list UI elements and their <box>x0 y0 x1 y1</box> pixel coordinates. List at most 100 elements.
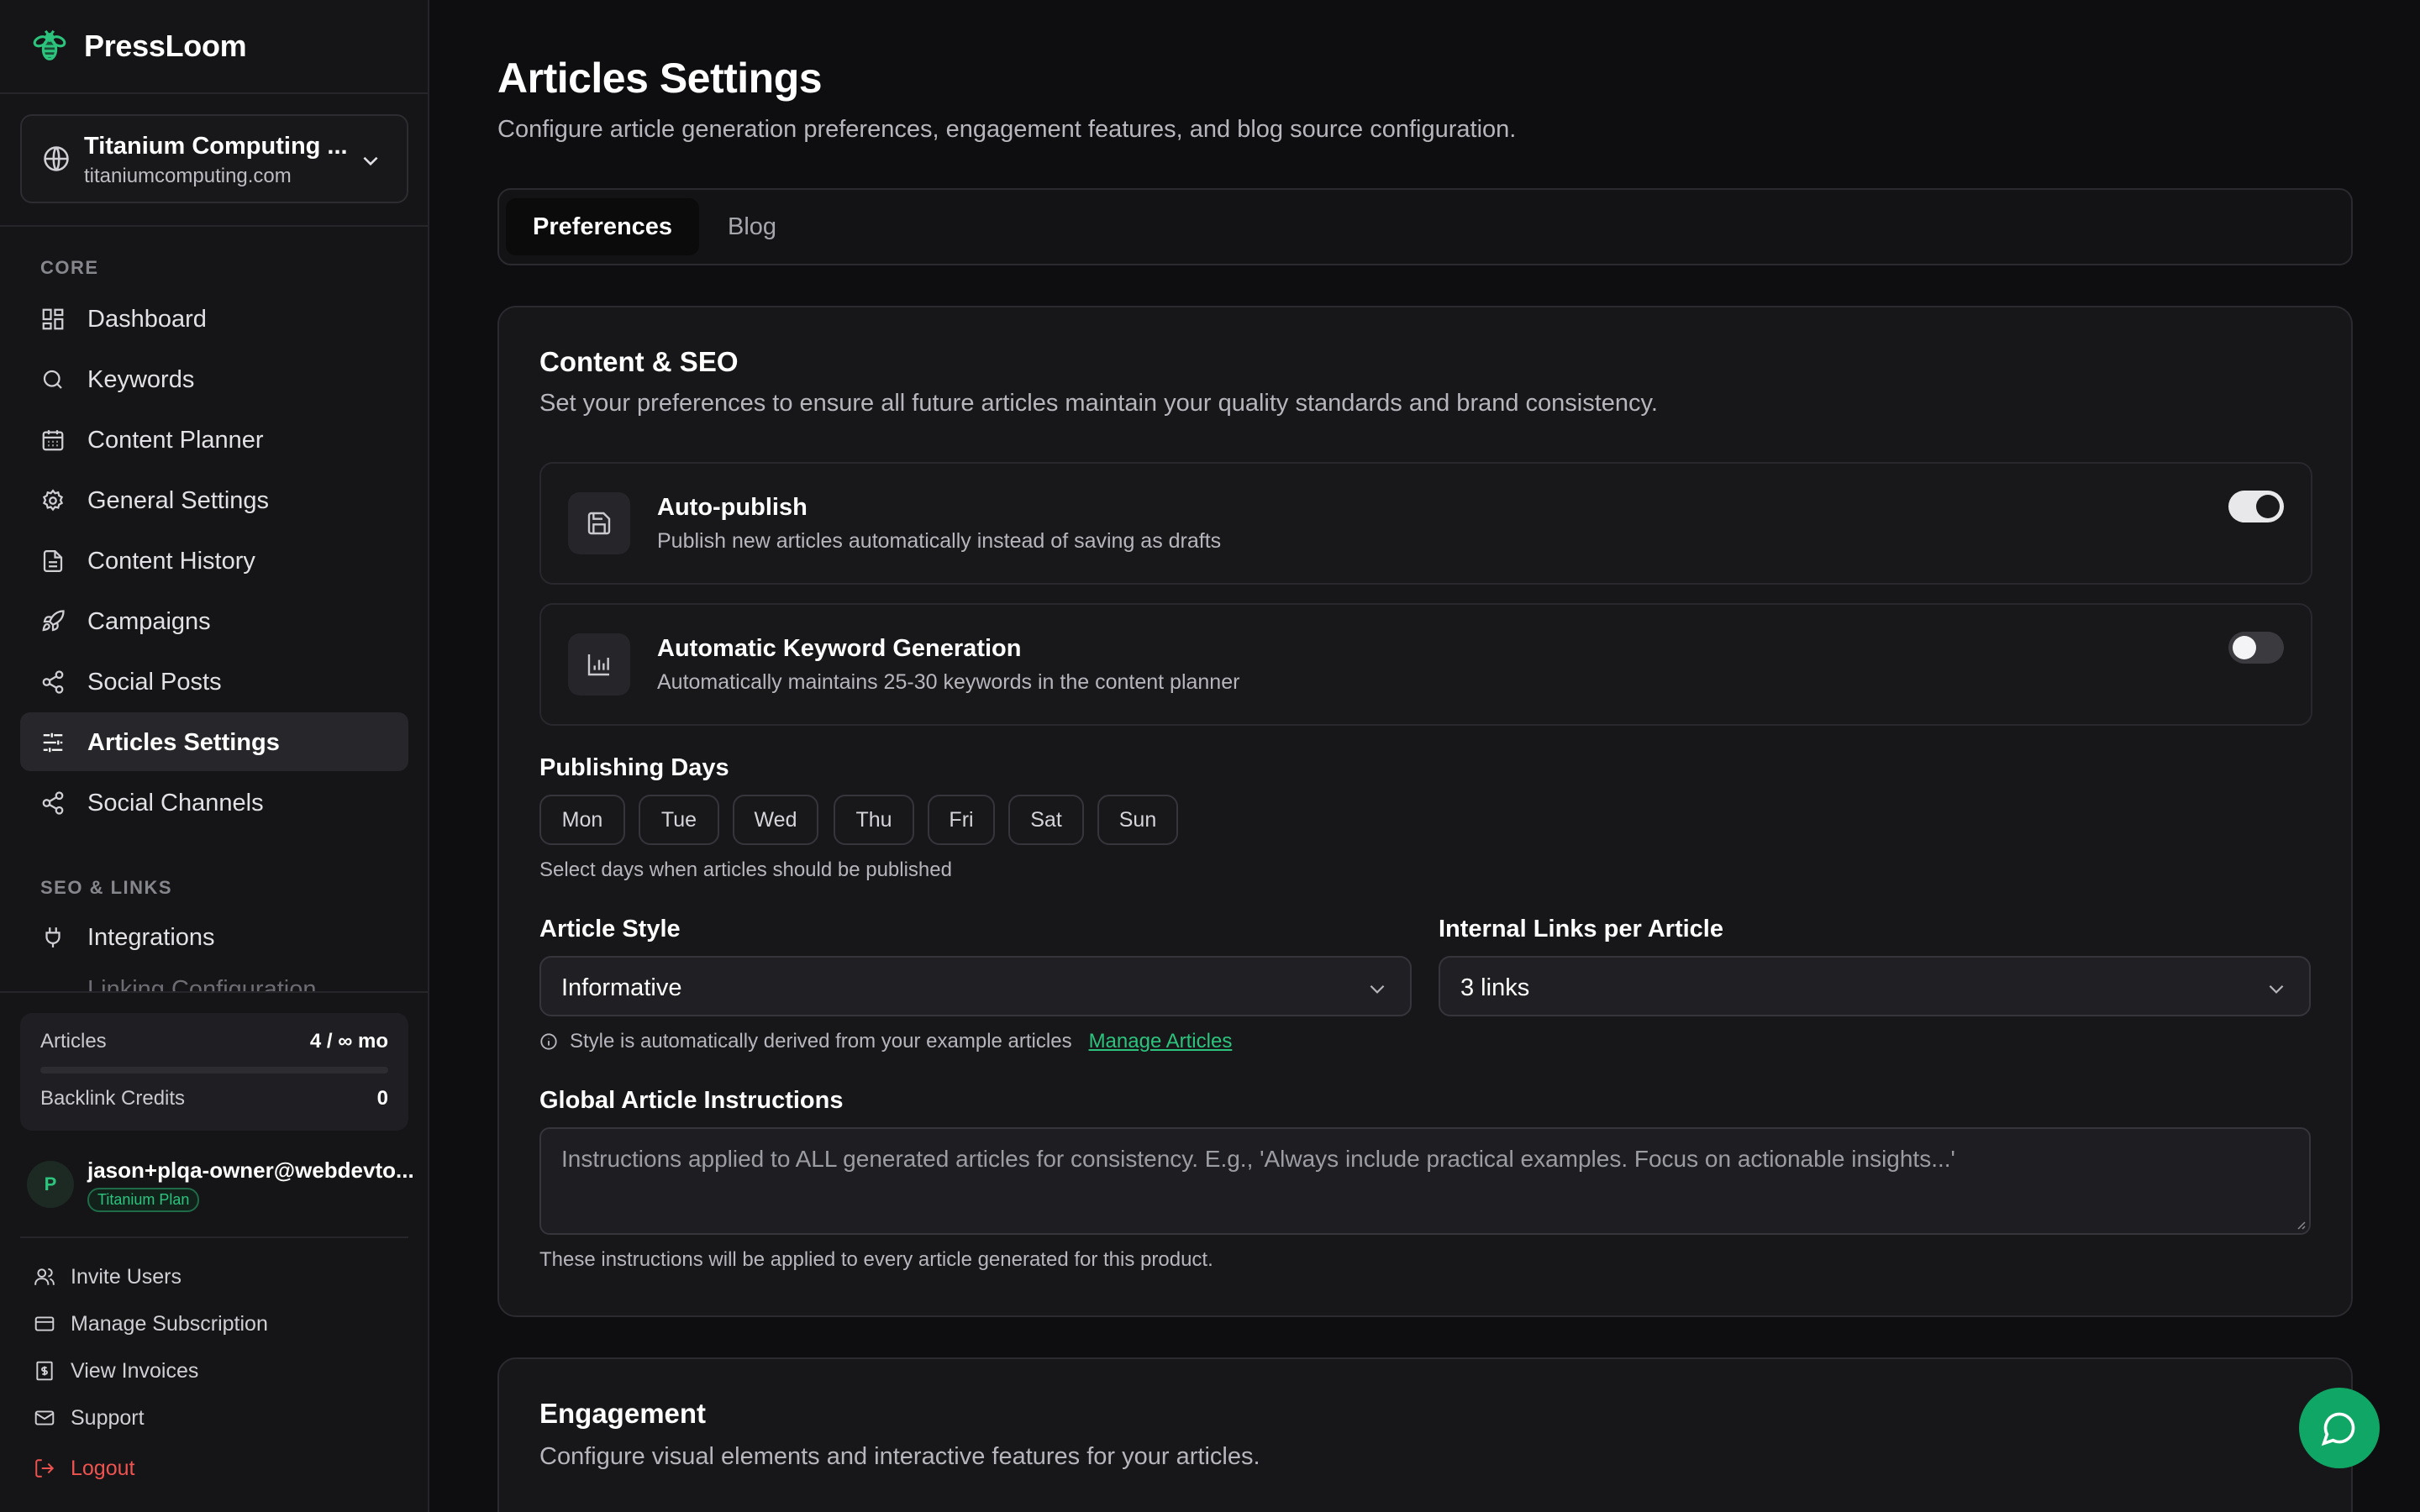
logout-link[interactable]: Logout <box>34 1452 134 1485</box>
usage-backlink-value: 0 <box>376 1087 388 1110</box>
nav-social-channels[interactable]: Social Channels <box>20 773 408 832</box>
divider <box>0 225 428 227</box>
site-switcher[interactable]: Titanium Computing ... titaniumcomputing… <box>20 114 408 203</box>
chart-icon-tile <box>568 633 630 696</box>
invoice-icon <box>36 1361 53 1381</box>
usage-backlink-label: Backlink Credits <box>40 1087 186 1110</box>
bee-logo-icon <box>33 29 66 60</box>
user-profile[interactable]: P jason+plqa-owner@webdevto... Titanium … <box>27 1158 414 1216</box>
card-title: Engagement <box>539 1398 707 1429</box>
nav-content-history[interactable]: Content History <box>20 531 408 590</box>
instructions-label: Global Article Instructions <box>539 1087 844 1114</box>
card-title: Content & SEO <box>539 346 739 377</box>
page-subtitle: Configure article generation preferences… <box>497 116 1517 143</box>
divider <box>0 991 428 993</box>
save-icon <box>587 512 611 535</box>
users-icon <box>34 1268 55 1285</box>
sliders-icon <box>43 732 63 753</box>
nav-label: Keywords <box>87 366 195 393</box>
invite-users-link[interactable]: Invite Users <box>34 1260 182 1294</box>
mail-icon <box>34 1410 55 1425</box>
option-description: Automatically maintains 25-30 keywords i… <box>657 670 1240 694</box>
chevron-down-icon <box>1370 984 1385 994</box>
day-chip-mon[interactable]: Mon <box>539 795 625 845</box>
nav-linking-faded[interactable]: Linking Configuration <box>87 976 316 991</box>
internal-links-select[interactable]: 3 links <box>1439 956 2311 1016</box>
view-invoices-link[interactable]: View Invoices <box>34 1354 198 1388</box>
search-icon <box>43 370 62 389</box>
day-chip-wed[interactable]: Wed <box>733 795 818 845</box>
logout-label: Logout <box>71 1456 135 1480</box>
dashboard-icon <box>42 308 64 330</box>
usage-backlinks: Backlink Credits 0 <box>40 1087 388 1110</box>
style-info-text: Style is automatically derived from your… <box>570 1030 1072 1053</box>
page-title: Articles Settings <box>497 55 823 102</box>
nav-label: Integrations <box>87 924 215 951</box>
instructions-help: These instructions will be applied to ev… <box>539 1248 1213 1271</box>
sidebar: PressLoom Titanium Computing ... titaniu… <box>0 0 429 1512</box>
auto-publish-toggle[interactable] <box>2228 491 2284 522</box>
day-chip-sun[interactable]: Sun <box>1097 795 1178 845</box>
day-chip-sat[interactable]: Sat <box>1008 795 1084 845</box>
nav-label: Dashboard <box>87 306 207 333</box>
article-style-select[interactable]: Informative <box>539 956 1412 1016</box>
plan-badge: Titanium Plan <box>87 1188 200 1212</box>
instructions-textarea[interactable]: Instructions applied to ALL generated ar… <box>539 1127 2311 1235</box>
publishing-days-help: Select days when articles should be publ… <box>539 858 952 881</box>
tab-blog[interactable]: Blog <box>701 198 803 255</box>
support-label: Support <box>71 1405 145 1430</box>
chat-button[interactable] <box>2299 1388 2380 1468</box>
nav-dashboard[interactable]: Dashboard <box>20 289 408 348</box>
option-title: Automatic Keyword Generation <box>657 635 1022 662</box>
option-description: Publish new articles automatically inste… <box>657 529 1222 553</box>
card-subtitle: Set your preferences to ensure all futur… <box>539 390 1658 417</box>
nav-social-posts[interactable]: Social Posts <box>20 652 408 711</box>
user-email: jason+plqa-owner@webdevto... <box>87 1158 414 1183</box>
engagement-card: Engagement Configure visual elements and… <box>497 1357 2353 1512</box>
chevron-down-icon <box>363 156 378 166</box>
internal-links-label: Internal Links per Article <box>1439 916 1723 942</box>
share-icon <box>42 791 64 815</box>
gear-icon <box>42 489 64 512</box>
manage-articles-link[interactable]: Manage Articles <box>1089 1030 1233 1053</box>
site-domain: titaniumcomputing.com <box>84 165 292 187</box>
invite-users-label: Invite Users <box>71 1264 182 1289</box>
nav-general-settings[interactable]: General Settings <box>20 470 408 529</box>
day-chip-tue[interactable]: Tue <box>639 795 719 845</box>
resize-handle-icon[interactable] <box>2294 1218 2306 1230</box>
nav-integrations[interactable]: Integrations <box>20 907 408 966</box>
nav-campaigns[interactable]: Campaigns <box>20 591 408 650</box>
globe-icon <box>44 146 69 171</box>
plug-icon <box>45 927 60 948</box>
article-style-label: Article Style <box>539 916 681 942</box>
usage-articles-label: Articles <box>40 1030 107 1053</box>
tab-preferences[interactable]: Preferences <box>506 198 700 255</box>
rocket-icon <box>42 610 65 632</box>
day-chip-fri[interactable]: Fri <box>928 795 995 845</box>
site-name: Titanium Computing ... <box>84 133 348 160</box>
manage-subscription-link[interactable]: Manage Subscription <box>34 1307 268 1341</box>
nav-label: Campaigns <box>87 608 211 635</box>
tab-bar: Preferences Blog <box>497 188 2353 265</box>
style-info: Style is automatically derived from your… <box>539 1030 1232 1053</box>
bar-chart-icon <box>587 654 609 676</box>
day-chip-thu[interactable]: Thu <box>834 795 914 845</box>
credit-card-icon <box>34 1316 55 1331</box>
nav-articles-settings[interactable]: Articles Settings <box>20 712 408 771</box>
document-icon <box>43 550 63 572</box>
nav-content-planner[interactable]: Content Planner <box>20 410 408 469</box>
info-icon <box>540 1033 557 1050</box>
nav-label: Social Posts <box>87 669 222 696</box>
nav-keywords[interactable]: Keywords <box>20 349 408 408</box>
logout-icon <box>35 1459 55 1478</box>
option-title: Auto-publish <box>657 494 808 521</box>
usage-articles-value: 4 / ∞ mo <box>309 1030 388 1053</box>
view-invoices-label: View Invoices <box>71 1358 199 1383</box>
support-link[interactable]: Support <box>34 1401 145 1435</box>
auto-publish-option: Auto-publish Publish new articles automa… <box>539 462 2312 585</box>
share-icon <box>42 670 64 694</box>
auto-keyword-toggle[interactable] <box>2228 632 2284 664</box>
divider <box>0 92 428 94</box>
usage-progress-bar <box>40 1067 388 1074</box>
brand[interactable]: PressLoom <box>30 27 247 66</box>
